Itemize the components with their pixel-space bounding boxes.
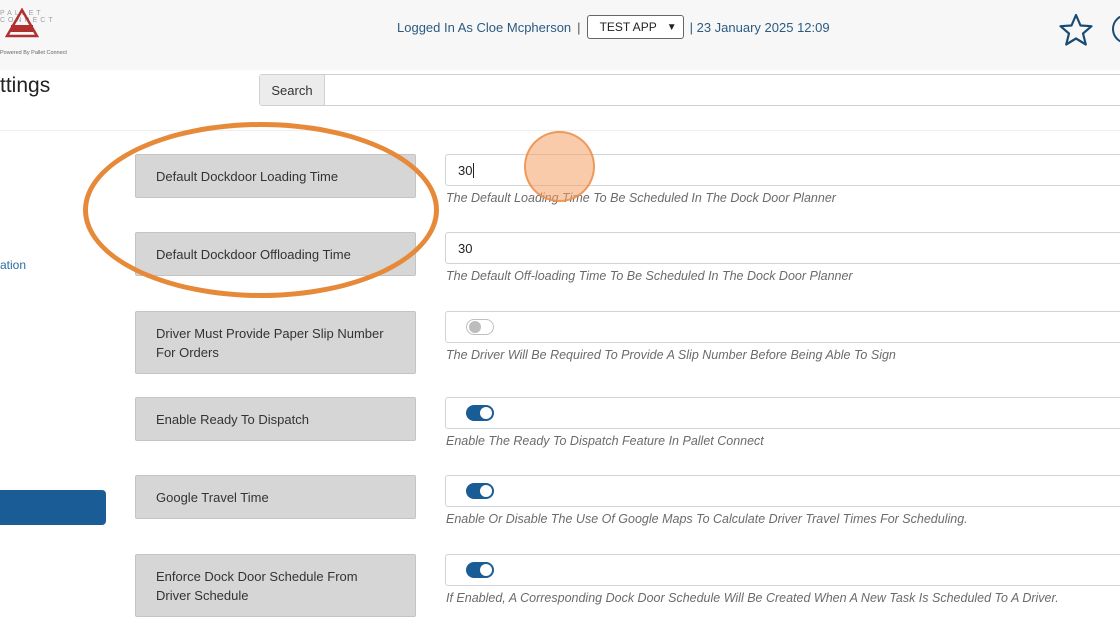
paper-slip-help: The Driver Will Be Required To Provide A… [446, 348, 896, 362]
sidebar-item-link[interactable]: ation [0, 258, 26, 272]
setting-label-ready-to-dispatch: Enable Ready To Dispatch [135, 397, 416, 441]
toggle-knob [480, 485, 492, 497]
offloading-time-value: 30 [458, 240, 473, 256]
logged-in-user: Logged In As Cloe Mcpherson [397, 19, 572, 35]
enforce-dock-door-help: If Enabled, A Corresponding Dock Door Sc… [446, 591, 1059, 605]
search-input[interactable] [325, 75, 1120, 105]
setting-label-enforce-dock-door: Enforce Dock Door Schedule From Driver S… [135, 554, 416, 617]
enforce-dock-door-toggle[interactable] [466, 562, 494, 578]
enforce-dock-door-field [445, 554, 1120, 586]
ready-to-dispatch-toggle[interactable] [466, 405, 494, 421]
login-info: Logged In As Cloe Mcpherson | TEST APP ▼… [397, 15, 830, 39]
setting-label-offloading-time: Default Dockdoor Offloading Time [135, 232, 416, 276]
logo-triangle-icon [5, 8, 39, 38]
setting-label-loading-time: Default Dockdoor Loading Time [135, 154, 416, 198]
offloading-time-help: The Default Off-loading Time To Be Sched… [446, 269, 853, 283]
ready-to-dispatch-help: Enable The Ready To Dispatch Feature In … [446, 434, 764, 448]
divider [0, 130, 1120, 131]
toggle-knob [480, 407, 492, 419]
app-select-value: TEST APP [599, 20, 657, 34]
loading-time-input[interactable]: 30 [445, 154, 1120, 186]
google-travel-time-toggle[interactable] [466, 483, 494, 499]
paper-slip-toggle[interactable] [466, 319, 494, 335]
text-cursor [473, 162, 475, 178]
loading-time-help: The Default Loading Time To Be Scheduled… [446, 191, 836, 205]
setting-label-paper-slip: Driver Must Provide Paper Slip Number Fo… [135, 311, 416, 374]
top-bar: PALLET CONNECT Powered By Pallet Connect… [0, 0, 1120, 70]
current-datetime: | 23 January 2025 12:09 [689, 19, 830, 35]
app-logo[interactable]: PALLET CONNECT Powered By Pallet Connect [0, 6, 70, 56]
toggle-knob [480, 564, 492, 576]
logo-powered-by: Powered By Pallet Connect [0, 50, 67, 56]
page-title: ttings [0, 74, 51, 97]
chevron-down-icon: ▼ [666, 21, 677, 33]
toggle-knob [469, 321, 481, 333]
setting-label-google-travel-time: Google Travel Time [135, 475, 416, 519]
google-travel-time-help: Enable Or Disable The Use Of Google Maps… [446, 512, 968, 526]
paper-slip-field [445, 311, 1120, 343]
loading-time-value: 30 [458, 162, 473, 178]
ready-to-dispatch-field [445, 397, 1120, 429]
user-menu-icon[interactable] [1112, 14, 1120, 44]
sidebar-active-item[interactable] [0, 490, 106, 525]
separator: | [577, 19, 581, 35]
offloading-time-input[interactable]: 30 [445, 232, 1120, 264]
star-icon[interactable] [1058, 12, 1094, 48]
google-travel-time-field [445, 475, 1120, 507]
search-box: Search [259, 74, 1120, 106]
app-select[interactable]: TEST APP ▼ [586, 15, 684, 39]
search-label: Search [260, 75, 325, 105]
